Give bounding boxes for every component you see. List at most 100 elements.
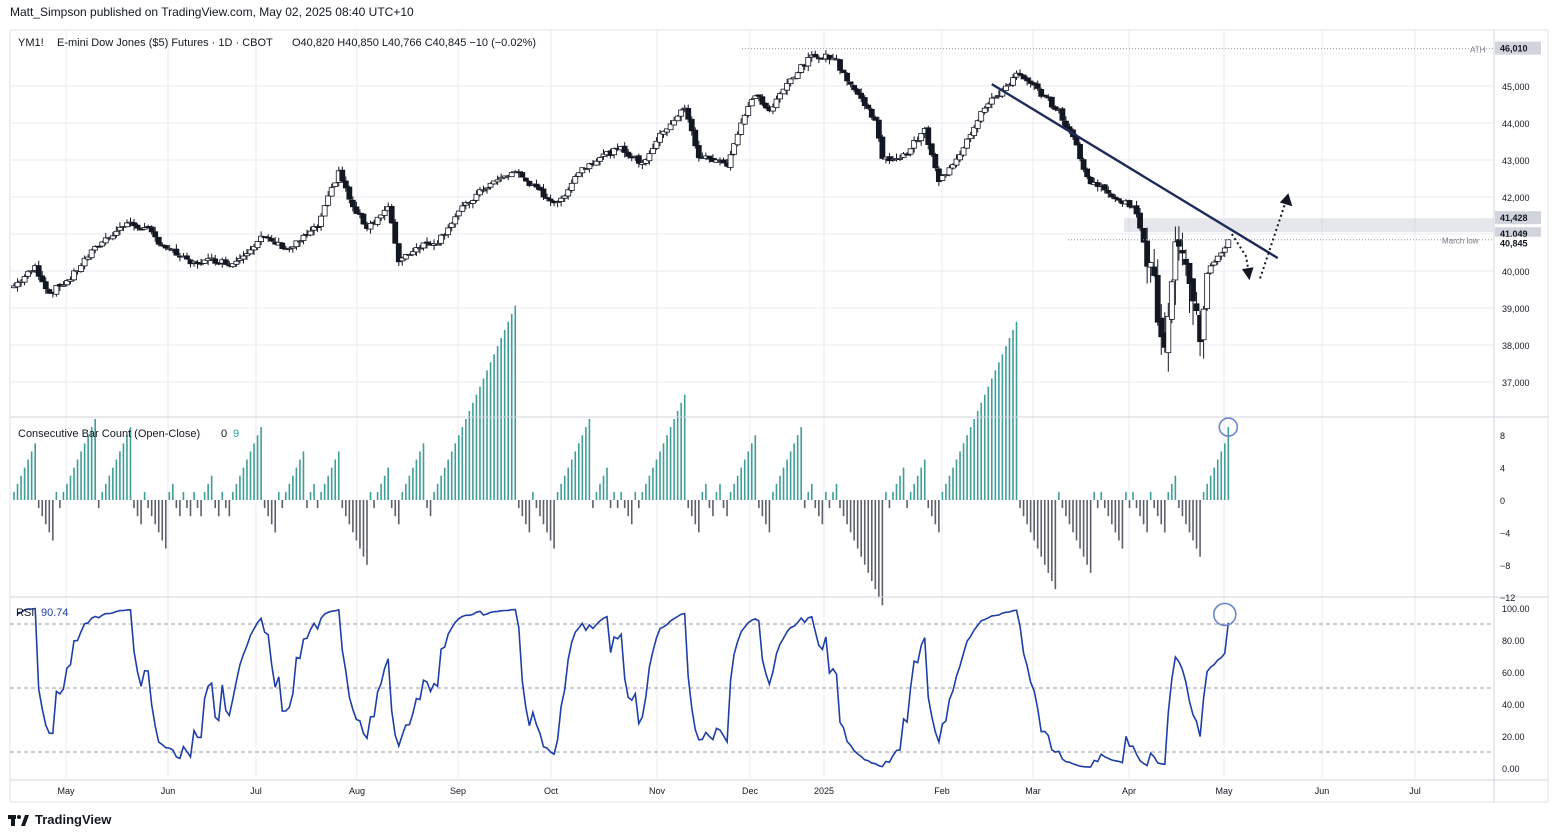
time-tick-label: Sep <box>450 786 466 796</box>
candle-up <box>240 255 247 260</box>
time-tick-label: Jun <box>161 786 176 796</box>
candle-down <box>695 145 702 159</box>
candle-up <box>332 182 339 187</box>
candle-up <box>773 98 780 109</box>
candle-down <box>621 145 628 153</box>
candle-down <box>625 151 632 157</box>
candle-up <box>494 179 501 183</box>
time-tick-label: Jul <box>250 786 262 796</box>
candle-up <box>777 93 783 100</box>
candle-up <box>1211 261 1218 266</box>
candle-down <box>35 265 42 277</box>
candle-up <box>484 187 490 190</box>
candle-up <box>978 110 985 122</box>
candle-down <box>868 108 875 118</box>
rsi-tick-label: 0.00 <box>1502 764 1520 774</box>
cbc-tick-label: −12 <box>1500 593 1515 603</box>
candle-down <box>840 69 847 74</box>
candle-up <box>897 157 903 160</box>
candle-up <box>1200 308 1207 341</box>
candle-up <box>14 281 21 288</box>
candle-up <box>1204 273 1211 309</box>
rsi-title[interactable]: RSI <box>16 607 34 619</box>
time-tick-label: Nov <box>649 786 666 796</box>
price-tick-label: 44,000 <box>1502 119 1530 129</box>
candle-up <box>787 78 794 85</box>
candle-down <box>1133 205 1140 215</box>
footer-brand[interactable]: TradingView <box>8 812 111 827</box>
rsi-tick-label: 20.00 <box>1502 732 1525 742</box>
candle-up <box>558 197 565 202</box>
candle-down <box>42 281 49 290</box>
cbc-tick-label: 0 <box>1500 496 1505 506</box>
price-tick-label: 39,000 <box>1502 304 1530 314</box>
time-tick-label: Oct <box>544 786 559 796</box>
axes: 37,00038,00039,00040,00041,00042,00043,0… <box>9 29 1549 803</box>
price-tick-label: 38,000 <box>1502 341 1530 351</box>
candle-up <box>78 265 84 272</box>
candle-up <box>946 167 953 176</box>
candle-down <box>688 118 695 132</box>
candle-down <box>1105 190 1112 194</box>
ath-label: ATH <box>1470 46 1486 55</box>
candle-down <box>212 258 219 264</box>
candle-up <box>469 200 476 204</box>
candle-up <box>60 284 67 287</box>
candle-down <box>875 119 882 139</box>
price-candles <box>11 50 1232 372</box>
candle-down <box>1024 77 1031 82</box>
candle-down <box>533 183 540 188</box>
candle-up <box>981 107 988 113</box>
candle-up <box>300 234 307 241</box>
candle-up <box>1010 77 1016 86</box>
candle-up <box>1147 262 1154 268</box>
candle-down <box>360 213 367 225</box>
candle-up <box>445 227 452 236</box>
candle-up <box>572 176 579 184</box>
candle-down <box>844 72 850 82</box>
price-label-1: 41,428 <box>1500 213 1528 223</box>
time-tick-label: Aug <box>349 786 365 796</box>
candle-up <box>1214 255 1221 262</box>
candle-up <box>738 122 745 135</box>
candle-up <box>907 148 914 155</box>
candle-down <box>1179 249 1186 254</box>
candle-down <box>1115 198 1122 201</box>
candle-down <box>424 241 430 244</box>
candle-down <box>265 236 272 239</box>
cbc-bars <box>13 305 1230 606</box>
candle-down <box>925 127 932 145</box>
candle-down <box>928 143 935 156</box>
cbc-value-1: 9 <box>233 428 239 440</box>
candle-up <box>452 216 459 225</box>
candle-down <box>1193 303 1200 312</box>
candle-up <box>254 241 261 249</box>
time-tick-label: Mar <box>1025 786 1041 796</box>
candle-up <box>21 276 28 283</box>
candle-down <box>134 224 141 229</box>
rsi-tick-label: 40.00 <box>1502 700 1525 710</box>
cbc-title[interactable]: Consecutive Bar Count (Open-Close) <box>18 428 200 440</box>
arrowhead-up-icon <box>1279 193 1293 207</box>
candle-down <box>755 94 762 97</box>
time-tick-label: Feb <box>934 786 950 796</box>
candle-up <box>438 234 445 244</box>
price-tick-label: 40,000 <box>1502 267 1530 277</box>
candle-up <box>734 133 741 146</box>
candle-down <box>692 129 699 147</box>
candle-down <box>1080 159 1087 170</box>
rsi-highlight-circle <box>1212 602 1237 627</box>
candle-up <box>321 205 328 217</box>
candle-up <box>1003 85 1009 91</box>
candle-down <box>1084 168 1091 178</box>
cbc-tick-label: −8 <box>1500 561 1510 571</box>
candle-down <box>279 242 286 249</box>
candle-down <box>847 81 854 85</box>
candle-down <box>861 97 868 107</box>
candle-down <box>1190 278 1196 302</box>
candle-down <box>353 206 360 214</box>
candle-down <box>720 159 727 164</box>
symbol-name[interactable]: YM1! <box>18 37 44 49</box>
candle-up <box>113 230 120 236</box>
price-tick-label: 42,000 <box>1502 193 1530 203</box>
